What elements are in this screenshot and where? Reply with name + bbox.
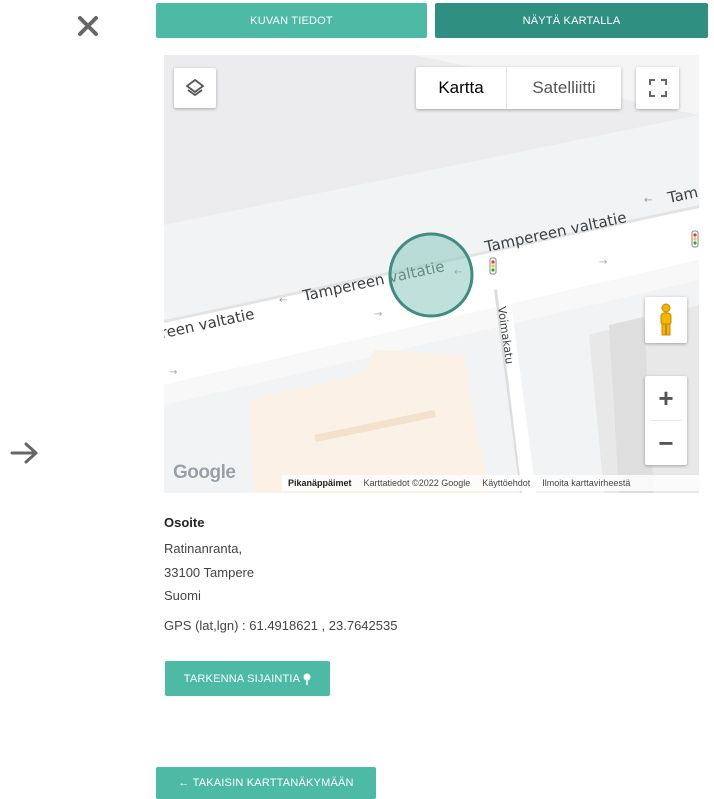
layers-button[interactable] xyxy=(174,68,216,108)
pin-icon xyxy=(303,673,311,685)
close-icon[interactable] xyxy=(76,14,100,38)
google-logo: Google xyxy=(173,462,236,483)
map-type-satellite-button[interactable]: Satelliitti xyxy=(507,67,621,109)
street-label: Tam xyxy=(665,183,699,207)
report-error-link[interactable]: Ilmoita karttavirheestä xyxy=(536,478,636,488)
svg-text:←: ← xyxy=(644,195,652,206)
pegman-icon xyxy=(660,303,672,336)
map-attribution: Pikanäppäimet Karttatiedot ©2022 Google … xyxy=(282,475,699,491)
svg-text:→: → xyxy=(599,257,607,268)
back-to-map-view-button[interactable]: ← TAKAISIN KARTTANÄKYMÄÄN xyxy=(156,767,376,799)
address-line-3: Suomi xyxy=(164,588,201,603)
pegman-button[interactable] xyxy=(645,297,687,343)
address-title: Osoite xyxy=(164,515,205,530)
map-type-map-button[interactable]: Kartta xyxy=(416,67,507,109)
refine-location-button[interactable]: TARKENNA SIJAINTIA xyxy=(165,661,330,696)
keyboard-shortcuts-link[interactable]: Pikanäppäimet xyxy=(282,478,358,488)
fullscreen-button[interactable] xyxy=(636,67,679,109)
gps-coordinates: GPS (lat,lgn) : 61.4918621 , 23.7642535 xyxy=(164,618,398,633)
address-line-1: Ratinanranta, xyxy=(164,541,243,556)
zoom-in-button[interactable]: + xyxy=(645,376,687,420)
zoom-out-button[interactable]: − xyxy=(645,421,687,465)
minus-icon: − xyxy=(658,427,674,458)
fullscreen-icon xyxy=(648,79,667,97)
map-canvas: ← ← → → → ← reen valtatie Tampereen valt… xyxy=(164,55,699,493)
zoom-control: + − xyxy=(645,376,687,465)
tab-image-info[interactable]: KUVAN TIEDOT xyxy=(156,3,427,38)
plus-icon: + xyxy=(658,382,674,413)
map-data-text: Karttatiedot ©2022 Google xyxy=(363,478,471,488)
layers-icon xyxy=(185,78,205,97)
map-view[interactable]: ← ← → → → ← reen valtatie Tampereen valt… xyxy=(164,55,699,493)
refine-location-label: TARKENNA SIJAINTIA xyxy=(183,672,301,685)
svg-text:←: ← xyxy=(279,295,287,306)
terms-link[interactable]: Käyttöehdot xyxy=(476,478,536,488)
arrow-right-icon[interactable] xyxy=(10,441,40,465)
svg-text:→: → xyxy=(374,309,382,320)
tab-show-on-map[interactable]: NÄYTÄ KARTALLA xyxy=(435,3,708,38)
svg-text:→: → xyxy=(169,367,177,378)
address-line-2: 33100 Tampere xyxy=(164,565,255,580)
map-type-control: Kartta Satelliitti xyxy=(416,67,621,109)
location-marker xyxy=(388,232,474,318)
